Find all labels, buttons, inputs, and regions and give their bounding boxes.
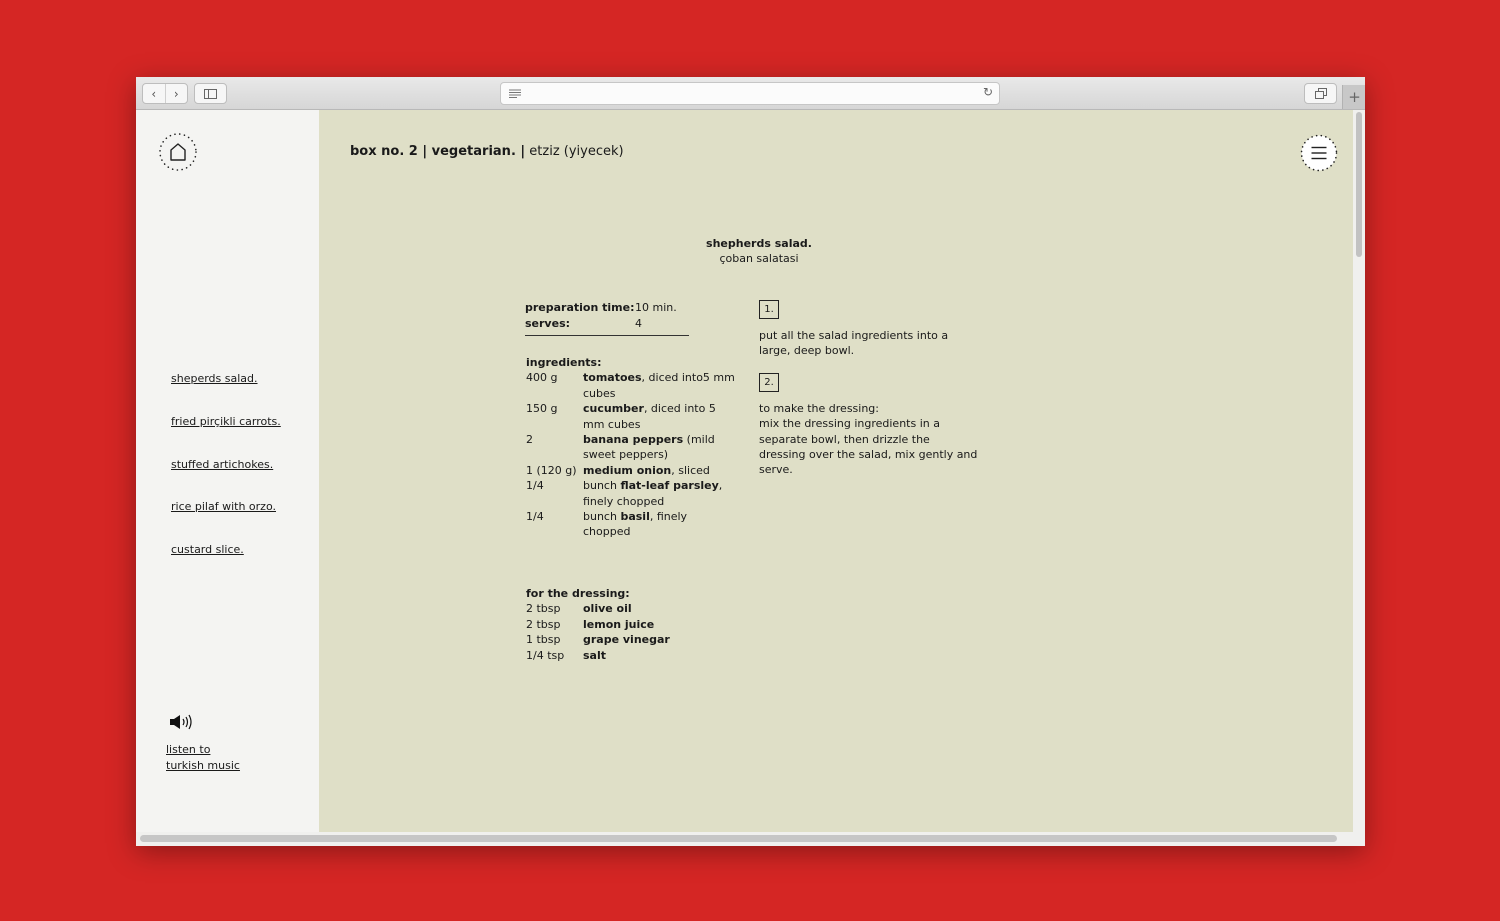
browser-toolbar: ‹ › ↻ + xyxy=(136,77,1365,110)
dressing-item: olive oil xyxy=(583,602,632,616)
tabs-icon xyxy=(1314,88,1327,99)
step-text: put all the salad ingredients into a lar… xyxy=(759,329,949,358)
music-link[interactable]: listen to turkish music xyxy=(166,742,240,773)
show-tabs-button[interactable] xyxy=(1304,83,1337,104)
ingredient-qty: 1/4 xyxy=(526,510,544,524)
reader-icon[interactable] xyxy=(509,89,521,98)
step-text: to make the dressing: mix the dressing i… xyxy=(759,401,978,477)
chevron-right-icon: › xyxy=(173,86,179,101)
dressing-qty: 1/4 tsp xyxy=(526,648,565,662)
ingredient-name: tomatoes xyxy=(583,371,642,385)
meta-row: preparation time: 10 min. xyxy=(525,300,689,316)
dressing-row: 2 tbsp olive oil xyxy=(526,601,736,616)
ingredient-prefix: bunch xyxy=(583,510,621,524)
dressing-row: 1 tbsp grape vinegar xyxy=(526,632,736,647)
dressing-item: salt xyxy=(583,648,606,662)
ingredient-row: 2 banana peppers (mild sweet peppers) xyxy=(526,432,736,463)
dressing-qty: 1 tbsp xyxy=(526,633,561,647)
recipe-meta: preparation time: 10 min. serves: 4 xyxy=(525,300,689,336)
reload-icon[interactable]: ↻ xyxy=(983,85,993,99)
dressing-qty: 2 tbsp xyxy=(526,617,561,631)
ingredient-qty: 400 g xyxy=(526,371,558,385)
sidebar-toggle-button[interactable] xyxy=(194,83,227,104)
content-area: box no. 2 | vegetarian. | etziz (yiyecek… xyxy=(319,110,1353,832)
vertical-scrollbar[interactable] xyxy=(1353,110,1365,832)
address-bar[interactable]: ↻ xyxy=(500,82,1000,105)
recipe-link-sheperds-salad[interactable]: sheperds salad. xyxy=(171,372,281,415)
meta-label: preparation time: xyxy=(525,301,635,314)
site-sidebar: sheperds salad. fried pirçikli carrots. … xyxy=(136,110,319,846)
step: 2. to make the dressing: mix the dressin… xyxy=(759,372,979,478)
ingredient-desc: banana peppers (mild sweet peppers) xyxy=(583,432,736,463)
meta-row: serves: 4 xyxy=(525,316,689,332)
sidebar-icon xyxy=(204,88,217,99)
ingredient-desc: bunch flat-leaf parsley, finely chopped xyxy=(583,478,736,509)
menu-icon xyxy=(1300,134,1338,172)
dressing-item: lemon juice xyxy=(583,617,655,631)
browser-window: ‹ › ↻ + sheperds salad. fried pirçikli c… xyxy=(136,77,1365,846)
speaker-icon[interactable] xyxy=(169,714,193,730)
ingredient-qty: 1 (120 g) xyxy=(526,463,577,477)
ingredient-row: 150 g cucumber, diced into 5 mm cubes xyxy=(526,401,736,432)
ingredient-desc: medium onion, sliced xyxy=(583,463,736,478)
step: 1. put all the salad ingredients into a … xyxy=(759,300,979,359)
ingredient-row: 1 (120 g) medium onion, sliced xyxy=(526,463,736,478)
ingredients-list: ingredients: 400 g tomatoes, diced into5… xyxy=(526,355,736,540)
ingredient-row: 400 g tomatoes, diced into5 mm cubes xyxy=(526,370,736,401)
preparation-steps: 1. put all the salad ingredients into a … xyxy=(759,300,979,492)
dressing-row: 1/4 tsp salt xyxy=(526,648,736,663)
ingredient-name: cucumber xyxy=(583,402,644,416)
meta-value: 4 xyxy=(635,316,642,330)
ingredient-qty: 1/4 xyxy=(526,479,544,493)
vertical-scroll-thumb[interactable] xyxy=(1356,112,1362,257)
new-tab-button[interactable]: + xyxy=(1342,85,1365,109)
ingredient-qty: 150 g xyxy=(526,402,558,416)
ingredients-heading: ingredients: xyxy=(526,356,602,369)
ingredient-desc: bunch basil, finely chopped xyxy=(583,509,736,540)
step-number: 2. xyxy=(759,372,779,392)
recipe-link-custard-slice[interactable]: custard slice. xyxy=(171,543,281,586)
dressing-qty: 2 tbsp xyxy=(526,602,561,616)
ingredient-name: basil xyxy=(620,510,650,524)
step-number: 1. xyxy=(759,300,779,319)
dressing-item: grape vinegar xyxy=(583,633,670,647)
ingredient-name: flat-leaf parsley xyxy=(620,479,719,493)
dressing-row: 2 tbsp lemon juice xyxy=(526,617,736,632)
meta-label: serves: xyxy=(525,316,571,330)
recipe-title-block: shepherds salad. çoban salatasi xyxy=(659,236,859,266)
page-title-bold: box no. 2 | vegetarian. | xyxy=(350,144,526,159)
ingredient-row: 1/4 bunch flat-leaf parsley, finely chop… xyxy=(526,478,736,509)
ingredient-name: banana peppers xyxy=(583,433,684,447)
nav-buttons: ‹ › xyxy=(142,83,188,104)
recipe-link-rice-pilaf[interactable]: rice pilaf with orzo. xyxy=(171,500,281,543)
home-button[interactable] xyxy=(158,132,198,172)
ingredient-prefix: bunch xyxy=(583,479,621,493)
horizontal-scrollbar[interactable] xyxy=(136,832,1365,846)
forward-button[interactable]: › xyxy=(164,84,188,103)
recipe-nav: sheperds salad. fried pirçikli carrots. … xyxy=(171,372,281,586)
ingredient-name: medium onion xyxy=(583,463,672,477)
ingredient-desc: tomatoes, diced into5 mm cubes xyxy=(583,370,736,401)
ingredient-qty: 2 xyxy=(526,433,533,447)
page-title: box no. 2 | vegetarian. | etziz (yiyecek… xyxy=(350,144,624,159)
plus-icon: + xyxy=(1348,88,1361,106)
back-button[interactable]: ‹ xyxy=(143,84,165,103)
home-icon xyxy=(159,133,197,171)
recipe-link-fried-carrots[interactable]: fried pirçikli carrots. xyxy=(171,415,281,458)
meta-value: 10 min. xyxy=(635,301,677,314)
dressing-list: for the dressing: 2 tbsp olive oil 2 tbs… xyxy=(526,586,736,663)
ingredient-row: 1/4 bunch basil, finely chopped xyxy=(526,509,736,540)
recipe-link-stuffed-artichokes[interactable]: stuffed artichokes. xyxy=(171,458,281,501)
ingredient-desc: cucumber, diced into 5 mm cubes xyxy=(583,401,736,432)
page-title-regular: etziz (yiyecek) xyxy=(525,144,624,159)
dressing-heading: for the dressing: xyxy=(526,587,630,600)
recipe-subtitle: çoban salatasi xyxy=(719,252,799,265)
chevron-left-icon: ‹ xyxy=(151,86,157,101)
menu-button[interactable] xyxy=(1300,134,1338,172)
horizontal-scroll-thumb[interactable] xyxy=(140,835,1337,842)
ingredient-detail: , sliced xyxy=(671,463,710,477)
recipe-title: shepherds salad. xyxy=(706,237,812,250)
